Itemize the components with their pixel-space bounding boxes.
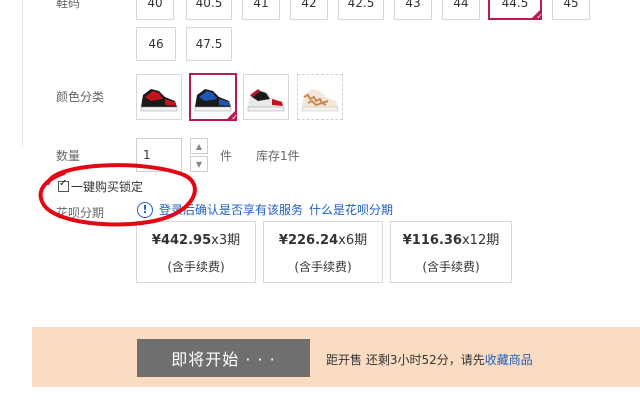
color-option-tan-pattern[interactable]	[297, 74, 343, 120]
size-option-46[interactable]: 46	[136, 27, 176, 61]
size-option-text: 41	[253, 0, 269, 10]
huabei-amount: ¥442.95	[151, 233, 212, 248]
size-option-text: 43	[405, 0, 421, 10]
left-panel-edge	[0, 0, 23, 146]
shoe-white-black-red-icon	[247, 89, 285, 112]
coming-soon-button[interactable]: 即将开始 · · ·	[137, 339, 310, 377]
size-option-text: 44.5	[501, 0, 529, 10]
color-option-white-black-red[interactable]	[243, 74, 289, 120]
red-annotation-circle	[38, 163, 197, 227]
size-option-40[interactable]: 40	[136, 0, 174, 20]
color-option-black-red[interactable]	[136, 74, 182, 120]
huabei-fee: (含手续费)	[422, 260, 480, 274]
stock-text: 库存1件	[256, 149, 300, 163]
huabei-option-6[interactable]: ¥226.24x6期 (含手续费)	[263, 221, 383, 283]
size-option-42[interactable]: 42	[290, 0, 328, 20]
quantity-increase-button[interactable]: ▲	[190, 138, 208, 154]
size-option-42-5[interactable]: 42.5	[338, 0, 384, 20]
size-option-text: 44	[453, 0, 469, 10]
chevron-up-icon: ▲	[195, 141, 203, 151]
selected-check-icon	[530, 8, 543, 21]
color-option-black-blue-selected[interactable]	[189, 73, 238, 122]
huabei-amount: ¥226.24	[278, 233, 339, 248]
huabei-amount: ¥116.36	[402, 233, 462, 248]
presale-countdown-text: 距开售 还剩3小时52分，请先	[326, 353, 485, 367]
huabei-periods: x6期	[338, 233, 368, 248]
huabei-option-12[interactable]: ¥116.36x12期 (含手续费)	[390, 221, 512, 283]
quantity-unit: 件	[220, 149, 233, 163]
size-option-text: 40.5	[195, 0, 223, 10]
huabei-fee: (含手续费)	[294, 260, 352, 274]
size-label: 鞋码	[56, 0, 81, 10]
size-option-text: 47.5	[195, 37, 223, 51]
size-option-text: 46	[148, 37, 164, 51]
what-is-huabei-link[interactable]: 什么是花呗分期	[309, 201, 393, 218]
presale-countdown: 距开售 还剩3小时52分，请先收藏商品	[326, 351, 533, 368]
size-option-44-5-selected[interactable]: 44.5	[488, 0, 543, 21]
size-option-47-5[interactable]: 47.5	[186, 27, 232, 61]
color-label: 颜色分类	[56, 90, 105, 104]
size-option-text: 42	[301, 0, 317, 10]
size-option-40-5[interactable]: 40.5	[186, 0, 232, 20]
huabei-periods: x12期	[461, 233, 500, 248]
shoe-tan-pattern-icon	[301, 89, 339, 112]
huabei-fee: (含手续费)	[167, 260, 225, 274]
selected-check-icon	[225, 109, 238, 122]
size-option-text: 42.5	[347, 0, 375, 10]
size-option-text: 45	[563, 0, 579, 10]
huabei-periods: x3期	[211, 233, 241, 248]
favorite-product-link[interactable]: 收藏商品	[485, 353, 533, 367]
size-option-44[interactable]: 44	[442, 0, 480, 20]
size-option-41[interactable]: 41	[242, 0, 280, 20]
size-option-text: 40	[147, 0, 163, 10]
size-option-43[interactable]: 43	[394, 0, 432, 20]
shoe-black-red-icon	[140, 89, 178, 112]
size-option-45[interactable]: 45	[552, 0, 590, 20]
